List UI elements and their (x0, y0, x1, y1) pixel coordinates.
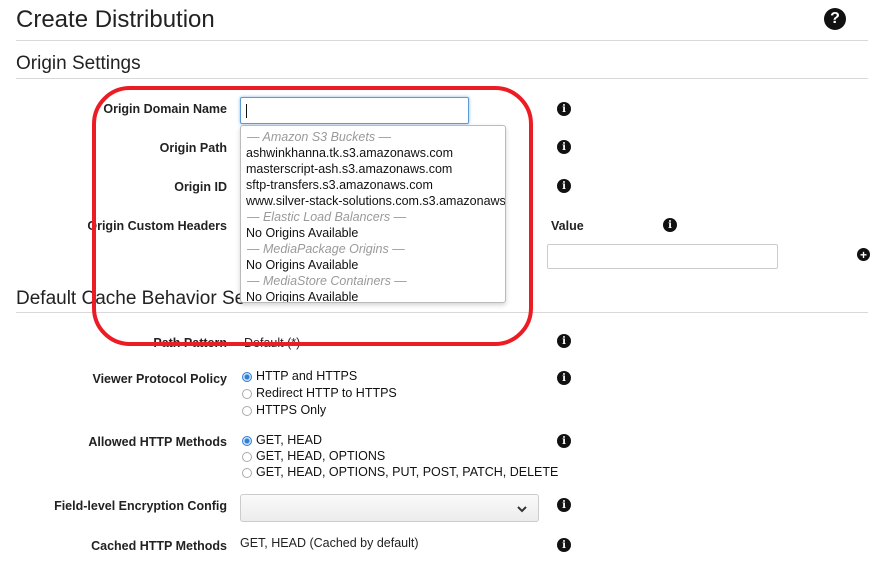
cached-http-methods-label: Cached HTTP Methods (91, 539, 227, 553)
radio-get-head-options[interactable] (242, 452, 252, 462)
help-icon[interactable]: ? (824, 8, 846, 30)
field-level-encryption-label: Field-level Encryption Config (54, 499, 227, 513)
radio-http-and-https[interactable] (242, 372, 252, 382)
origin-domain-name-info-icon[interactable]: i (557, 102, 571, 116)
radio-get-head[interactable] (242, 436, 252, 446)
annotation-highlight (92, 86, 533, 346)
origin-settings-heading: Origin Settings (16, 53, 141, 74)
origin-path-info-icon[interactable]: i (557, 140, 571, 154)
viewer-protocol-info-icon[interactable]: i (557, 371, 571, 385)
cached-methods-info-icon[interactable]: i (557, 538, 571, 552)
radio-label: HTTPS Only (256, 403, 327, 417)
allowed-methods-info-icon[interactable]: i (557, 434, 571, 448)
radio-redirect-http-to-https[interactable] (242, 389, 252, 399)
radio-label: GET, HEAD (256, 433, 322, 447)
add-header-plus-icon[interactable]: + (857, 248, 870, 261)
field-level-encryption-select[interactable] (240, 494, 539, 522)
radio-https-only[interactable] (242, 406, 252, 416)
origin-settings-divider (16, 78, 868, 79)
viewer-protocol-policy-label: Viewer Protocol Policy (92, 372, 227, 386)
page-title: Create Distribution (16, 6, 215, 33)
title-divider (16, 40, 868, 41)
field-level-encryption-info-icon[interactable]: i (557, 498, 571, 512)
path-pattern-info-icon[interactable]: i (557, 334, 571, 348)
radio-all-methods[interactable] (242, 468, 252, 478)
radio-label: GET, HEAD, OPTIONS, PUT, POST, PATCH, DE… (256, 465, 559, 479)
header-value-input[interactable] (547, 244, 778, 269)
header-value-label: Value (551, 219, 584, 233)
radio-label: GET, HEAD, OPTIONS (256, 449, 386, 463)
origin-id-info-icon[interactable]: i (557, 179, 571, 193)
allowed-http-methods-label: Allowed HTTP Methods (88, 435, 227, 449)
header-value-info-icon[interactable]: i (663, 218, 677, 232)
radio-label: HTTP and HTTPS (256, 369, 358, 383)
radio-label: Redirect HTTP to HTTPS (256, 386, 397, 400)
cached-http-methods-value: GET, HEAD (Cached by default) (240, 536, 419, 550)
chevron-down-icon (517, 506, 527, 513)
